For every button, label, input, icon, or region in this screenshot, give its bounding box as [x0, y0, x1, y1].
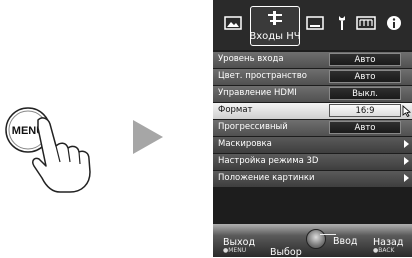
menu-item-label: Цвет. пространство [218, 71, 307, 81]
menu-item-3d-settings[interactable]: Настройка режима 3D [213, 154, 412, 170]
hand-pressing-menu-icon: MENU [5, 107, 91, 193]
back-hint: Назад ●BACK [373, 237, 403, 254]
input-signal-icon [264, 10, 286, 29]
menu-item-label: Маскировка [218, 139, 272, 149]
menu-item-label: Прогрессивный [218, 122, 288, 132]
menu-item-label: Уровень входа [218, 54, 284, 64]
divider [320, 234, 336, 235]
menu-item-label: Положение картинки [218, 173, 315, 183]
menu-tab-bar: Входы НЧ [213, 0, 412, 50]
chevron-right-icon [404, 174, 409, 182]
screen-icon[interactable] [304, 12, 326, 34]
menu-item-color-space[interactable]: Цвет. пространство Авто [213, 69, 412, 85]
menu-item-masking[interactable]: Маскировка [213, 137, 412, 153]
pointer-cursor-icon [402, 105, 412, 120]
wrench-icon[interactable] [331, 12, 353, 34]
menu-item-value[interactable]: Авто [329, 53, 401, 66]
menu-button-illustration: MENU [0, 0, 210, 257]
menu-item-value[interactable]: Авто [329, 70, 401, 83]
menu-item-aspect[interactable]: Формат 16:9 [213, 103, 412, 119]
chevron-right-icon [404, 157, 409, 165]
tab-input-signal-label: Входы НЧ [249, 30, 301, 42]
chevron-right-icon [404, 140, 409, 148]
select-label: Выбор [270, 247, 302, 258]
info-icon[interactable] [383, 12, 405, 34]
picture-icon[interactable] [222, 12, 244, 34]
menu-item-value[interactable]: Авто [329, 121, 401, 134]
menu-item-value[interactable]: 16:9 [329, 104, 401, 117]
menu-item-label: Формат [218, 105, 253, 115]
menu-item-value[interactable]: Выкл. [329, 87, 401, 100]
back-key: ●BACK [373, 247, 395, 254]
menu-list: Уровень входа Авто Цвет. пространство Ав… [213, 52, 412, 188]
exit-hint: Выход ●MENU [223, 237, 255, 254]
display-icon[interactable] [355, 12, 377, 34]
menu-item-picture-position[interactable]: Положение картинки [213, 171, 412, 187]
menu-item-input-level[interactable]: Уровень входа Авто [213, 52, 412, 68]
menu-item-label: Настройка режима 3D [218, 156, 319, 166]
next-step-arrow [133, 120, 163, 154]
projector-menu-panel: Входы НЧ Уровень входа Авто Цвет. простр… [213, 0, 412, 258]
enter-label: Ввод [333, 236, 358, 247]
tab-input-signal[interactable]: Входы НЧ [249, 6, 301, 46]
menu-item-progressive[interactable]: Прогрессивный Авто [213, 120, 412, 136]
menu-item-hdmi-control[interactable]: Управление HDMI Выкл. [213, 86, 412, 102]
menu-item-label: Управление HDMI [218, 88, 297, 98]
dial-icon [306, 229, 326, 249]
exit-key: ●MENU [223, 247, 247, 254]
menu-footer: Выход ●MENU Выбор Ввод Назад ●BACK [213, 224, 412, 258]
